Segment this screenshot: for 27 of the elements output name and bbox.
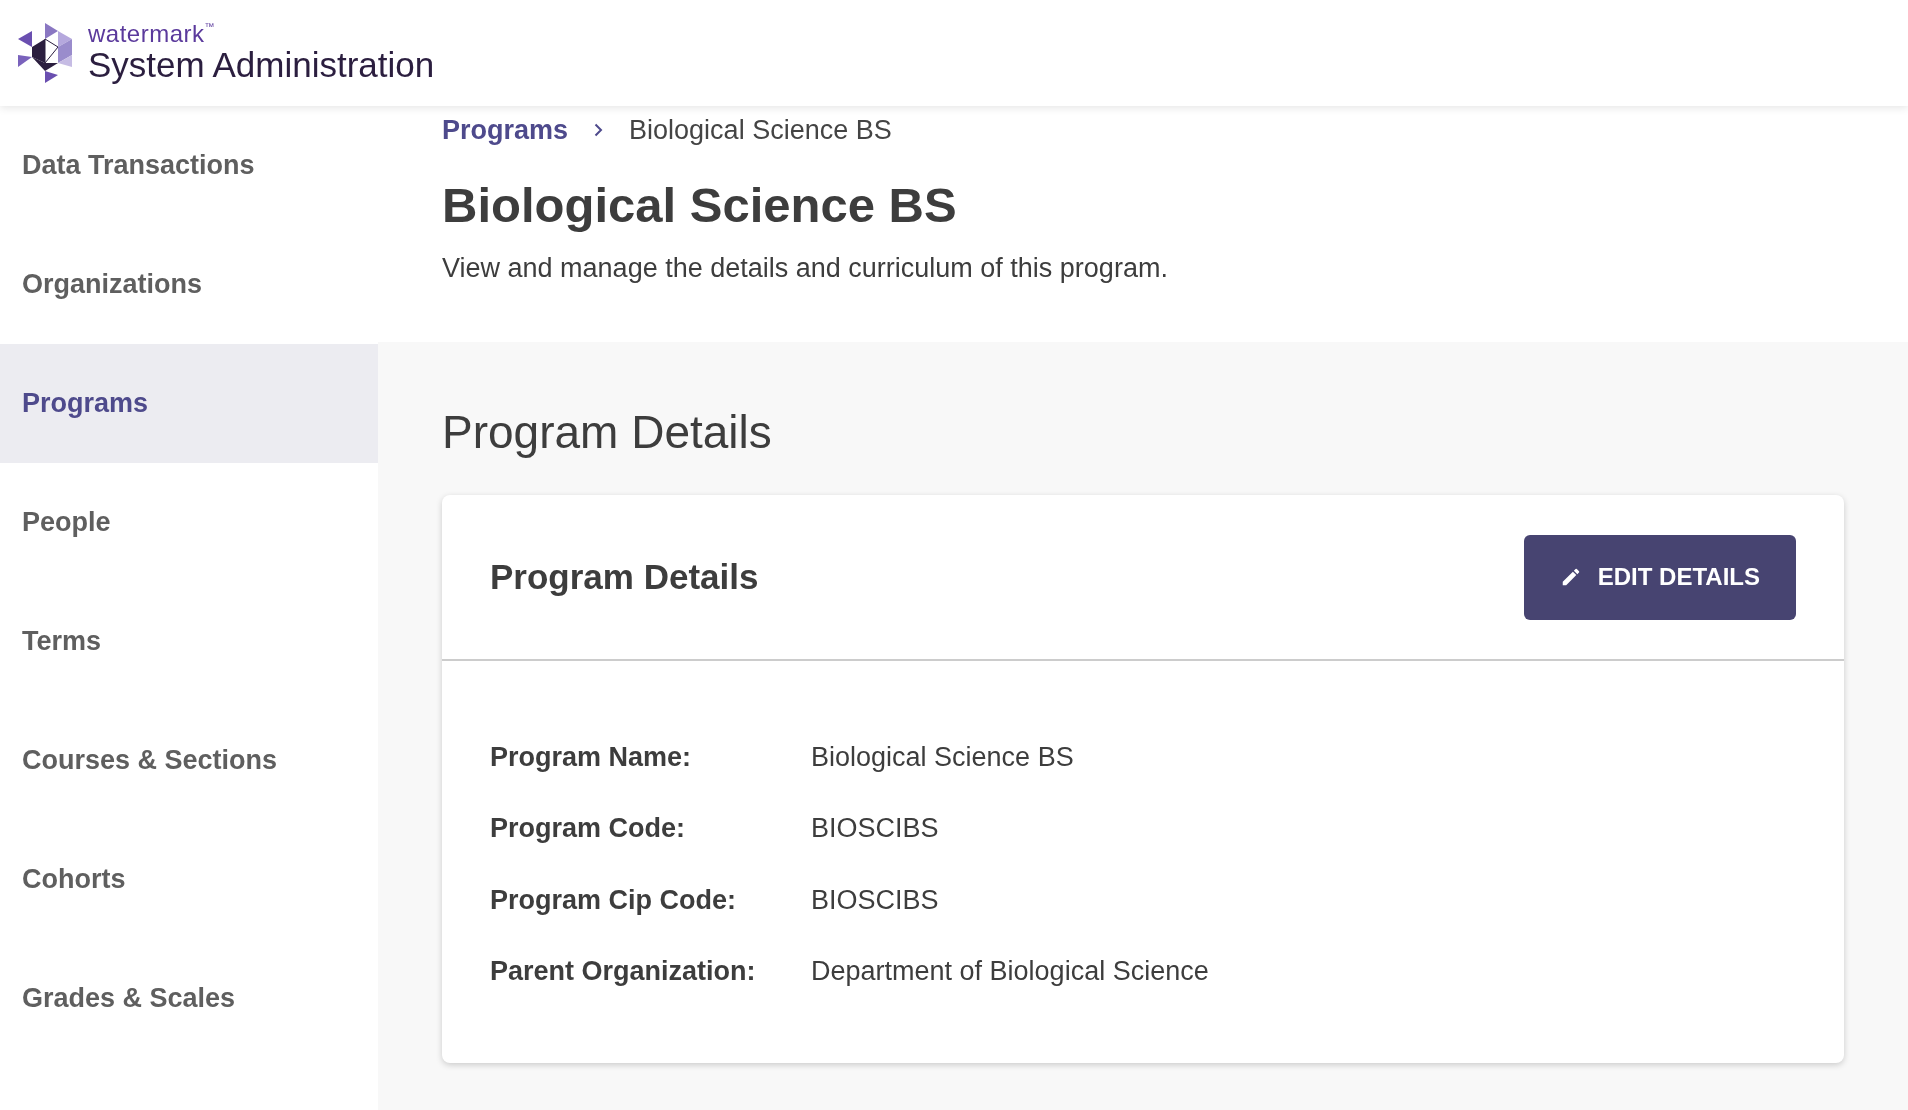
sidebar-item[interactable]: Grades & Scales: [0, 939, 378, 1058]
sidebar-item[interactable]: Terms: [0, 582, 378, 701]
sidebar-item[interactable]: Data Transactions: [0, 106, 378, 225]
edit-details-button[interactable]: EDIT DETAILS: [1523, 534, 1796, 620]
chevron-icon: [594, 123, 604, 138]
card-title: Program Details: [490, 555, 759, 598]
field-label: Program Code:: [490, 812, 687, 845]
page-subtitle: View and manage the details and curriculum of this program.: [442, 252, 1169, 285]
sidebar-item[interactable]: Organizations: [0, 225, 378, 344]
field-label: Program Name:: [490, 740, 693, 774]
app-title: System Administration: [88, 45, 435, 85]
field-value: Department of Biological Science: [811, 955, 1209, 988]
field-value: Biological Science BS: [811, 740, 1074, 774]
sidebar-item[interactable]: Courses & Sections: [0, 701, 378, 820]
logo-icon: [18, 23, 72, 83]
field-label: Parent Organization:: [490, 955, 757, 988]
brand-name: watermark™: [88, 21, 217, 46]
sidebar-item[interactable]: Programs: [0, 344, 378, 463]
field-label: Program Cip Code:: [490, 883, 738, 917]
field-value: BIOSCIBS: [811, 883, 939, 917]
breadcrumb-current: Biological Science BS: [629, 114, 892, 147]
section-title: Program Details: [442, 405, 773, 460]
field-value: BIOSCIBS: [811, 812, 939, 845]
breadcrumb-link[interactable]: Programs: [442, 110, 569, 151]
sidebar-item[interactable]: People: [0, 463, 378, 582]
sidebar-item[interactable]: Cohorts: [0, 820, 378, 939]
page-title: Biological Science BS: [442, 176, 958, 234]
